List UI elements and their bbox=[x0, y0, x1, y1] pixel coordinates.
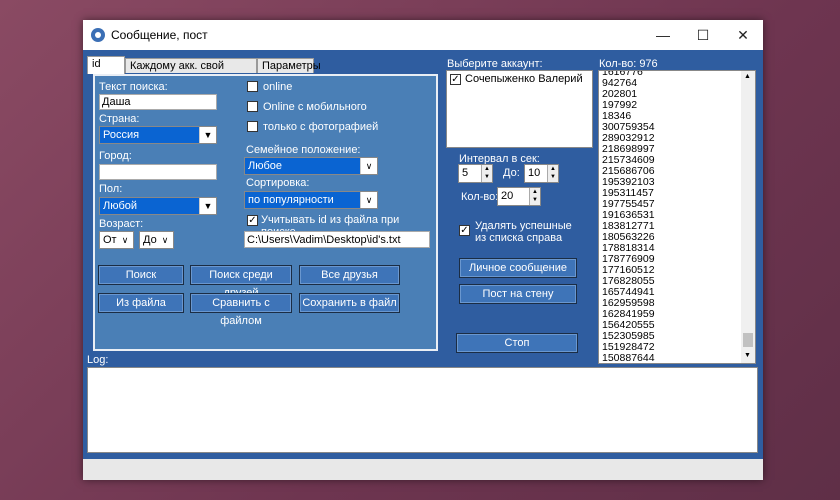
spinner-arrows-icon[interactable]: ▲ ▼ bbox=[529, 188, 540, 205]
spinner-arrows-icon[interactable]: ▲ ▼ bbox=[547, 165, 558, 182]
interval-to-stepper[interactable]: 10 ▲ ▼ bbox=[524, 164, 559, 183]
window-title: Сообщение, пост bbox=[111, 28, 208, 42]
ids-list[interactable]: 1616776 942764 202801 197992 18346 300759354 2… bbox=[598, 70, 756, 364]
online-label: online bbox=[263, 81, 293, 93]
account-name: Сочепыженко Валерий bbox=[465, 73, 583, 85]
account-checkbox[interactable]: ✓ bbox=[450, 74, 461, 85]
interval-from-value: 5 bbox=[462, 167, 469, 179]
use-file-checkbox[interactable]: ✓ bbox=[247, 215, 258, 226]
spinner-arrows-icon[interactable]: ▲ ▼ bbox=[481, 165, 492, 182]
log-textarea[interactable] bbox=[87, 367, 758, 453]
age-to-value: До bbox=[143, 234, 157, 246]
search-panel: Текст поиска: Страна: Россия ▼ Город: Пол… bbox=[93, 74, 438, 351]
accounts-list[interactable]: ✓ Сочепыженко Валерий bbox=[446, 70, 593, 148]
count-label: Кол-во: bbox=[461, 191, 499, 203]
scroll-up-icon[interactable]: ▲ bbox=[744, 73, 751, 80]
app-window: Сообщение, пост — ☐ ✕ id Каждому акк. св… bbox=[83, 20, 763, 480]
city-label: Город: bbox=[99, 150, 132, 162]
gender-select[interactable]: Любой ▼ bbox=[99, 197, 217, 215]
chevron-down-icon: ∨ bbox=[360, 192, 377, 208]
status-bar bbox=[83, 459, 763, 480]
minimize-button[interactable]: — bbox=[643, 20, 683, 50]
chevron-down-icon: ▼ bbox=[199, 127, 216, 143]
all-friends-button[interactable]: Все друзья bbox=[299, 265, 400, 285]
chevron-down-icon: ▼ bbox=[199, 198, 216, 214]
search-button[interactable]: Поиск bbox=[98, 265, 184, 285]
photo-only-label: только с фотографией bbox=[263, 121, 379, 133]
online-mobile-checkbox[interactable] bbox=[247, 101, 258, 112]
count-stepper[interactable]: 20 ▲ ▼ bbox=[497, 187, 541, 206]
online-mobile-label: Online с мобильного bbox=[263, 101, 367, 113]
ids-items: 1616776 942764 202801 197992 18346 300759354 2… bbox=[600, 71, 740, 364]
age-to-select[interactable]: До ∨ bbox=[139, 231, 174, 249]
family-value: Любое bbox=[248, 160, 283, 172]
sort-value: по популярности bbox=[248, 194, 334, 206]
search-text-label: Текст поиска: bbox=[99, 81, 168, 93]
tab-params[interactable]: Параметры bbox=[257, 58, 321, 73]
city-input[interactable] bbox=[99, 164, 217, 180]
remove-success-label: Удалять успешные из списка справа bbox=[475, 220, 572, 244]
country-select[interactable]: Россия ▼ bbox=[99, 126, 217, 144]
sort-select[interactable]: по популярности ∨ bbox=[244, 191, 378, 209]
scroll-thumb[interactable] bbox=[743, 333, 753, 347]
interval-to-value: 10 bbox=[528, 167, 541, 179]
family-label: Семейное положение: bbox=[246, 144, 361, 156]
private-message-button[interactable]: Личное сообщение bbox=[459, 258, 577, 278]
ids-count-label: Кол-во: 976 bbox=[599, 58, 658, 70]
search-friends-button[interactable]: Поиск среди друзей bbox=[190, 265, 292, 299]
family-select[interactable]: Любое ∨ bbox=[244, 157, 378, 175]
wall-post-button[interactable]: Пост на стену bbox=[459, 284, 577, 304]
online-checkbox[interactable] bbox=[247, 81, 258, 92]
age-from-select[interactable]: От ∨ bbox=[99, 231, 134, 249]
gender-label: Пол: bbox=[99, 183, 123, 195]
tab-per-account[interactable]: Каждому акк. свой список ид bbox=[125, 58, 257, 87]
compare-file-button[interactable]: Сравнить с файлом bbox=[190, 293, 292, 327]
app-icon bbox=[91, 28, 105, 42]
country-value: Россия bbox=[103, 129, 140, 141]
count-value: 20 bbox=[501, 190, 514, 202]
search-text-input[interactable] bbox=[99, 94, 217, 110]
save-file-button[interactable]: Сохранить в файл bbox=[299, 293, 400, 313]
file-path-input[interactable] bbox=[244, 231, 430, 248]
gender-value: Любой bbox=[103, 200, 138, 212]
title-bar: Сообщение, пост — ☐ ✕ bbox=[83, 20, 763, 50]
photo-only-checkbox[interactable] bbox=[247, 121, 258, 132]
log-label: Log: bbox=[87, 354, 109, 366]
country-label: Страна: bbox=[99, 113, 140, 125]
chevron-down-icon: ∨ bbox=[117, 232, 133, 248]
age-label: Возраст: bbox=[99, 218, 144, 230]
interval-from-stepper[interactable]: 5 ▲ ▼ bbox=[458, 164, 493, 183]
stop-button[interactable]: Стоп bbox=[456, 333, 578, 353]
scroll-down-icon[interactable]: ▼ bbox=[744, 352, 751, 359]
sort-label: Сортировка: bbox=[246, 177, 310, 189]
remove-success-checkbox[interactable]: ✓ bbox=[459, 225, 470, 236]
chevron-down-icon: ∨ bbox=[157, 232, 173, 248]
close-button[interactable]: ✕ bbox=[723, 20, 763, 50]
tab-id[interactable]: id bbox=[87, 56, 125, 74]
age-from-value: От bbox=[103, 234, 117, 246]
chevron-down-icon: ∨ bbox=[360, 158, 377, 174]
id-list-item[interactable]: 150887644 bbox=[600, 353, 740, 364]
scrollbar[interactable]: ▲ ▼ bbox=[741, 71, 755, 363]
from-file-button[interactable]: Из файла bbox=[98, 293, 184, 313]
interval-to-label: До: bbox=[503, 167, 520, 179]
maximize-button[interactable]: ☐ bbox=[683, 20, 723, 50]
accounts-label: Выберите аккаунт: bbox=[447, 58, 543, 70]
